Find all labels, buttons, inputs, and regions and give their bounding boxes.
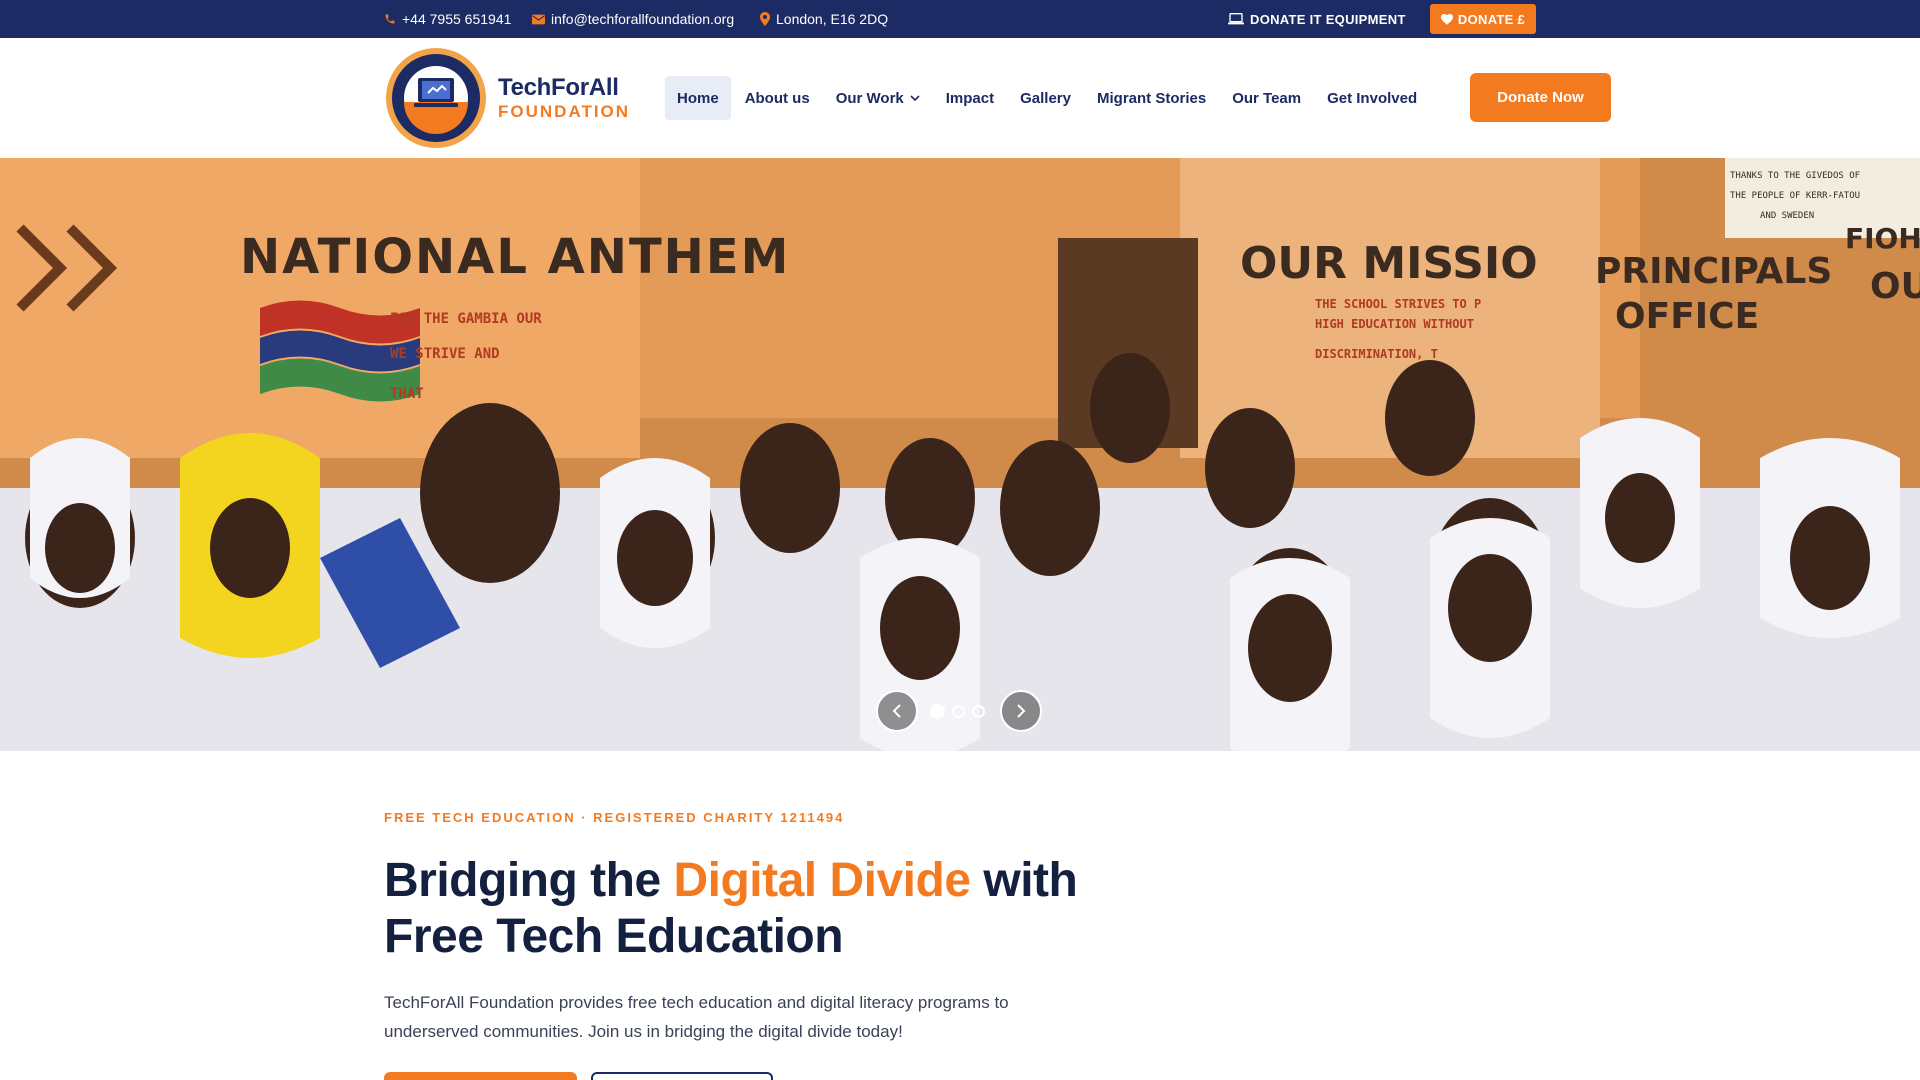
- hero-photo: NATIONAL ANTHEM FOR THE GAMBIA OUR WE ST…: [0, 158, 1920, 751]
- sign-mission: OUR MISSIO: [1240, 238, 1538, 289]
- location-contact: London, E16 2DQ: [760, 0, 888, 38]
- sign-mission-line2: HIGH EDUCATION WITHOUT: [1315, 317, 1474, 331]
- logo-name: TechForAll: [498, 74, 619, 101]
- nav-impact[interactable]: Impact: [934, 76, 1006, 120]
- nav-home[interactable]: Home: [665, 76, 731, 120]
- chevron-left-icon: [892, 704, 901, 718]
- slider-dot[interactable]: [972, 705, 985, 718]
- nav-gallery[interactable]: Gallery: [1008, 76, 1083, 120]
- hero-slider: NATIONAL ANTHEM FOR THE GAMBIA OUR WE ST…: [0, 158, 1920, 751]
- sign-notice-line3: AND SWEDEN: [1760, 211, 1814, 221]
- sign-anthem: NATIONAL ANTHEM: [240, 229, 790, 285]
- donate-now-label: Donate Now: [1497, 89, 1584, 106]
- nav-migrant-stories[interactable]: Migrant Stories: [1085, 76, 1218, 120]
- chevron-down-icon: [910, 94, 920, 102]
- phone-contact[interactable]: +44 7955 651941: [384, 0, 511, 38]
- site-logo[interactable]: TECHFORALL FOUNDATION TechForAll FOUNDAT…: [381, 39, 631, 150]
- sign-principal-line1: PRINCIPALS: [1595, 251, 1832, 292]
- top-bar: +44 7955 651941 info@techforallfoundatio…: [0, 0, 1920, 38]
- sign-mission-line3: DISCRIMINATION, T: [1315, 347, 1438, 361]
- donate-money-button[interactable]: DONATE £: [1430, 4, 1536, 34]
- logo-subtitle: FOUNDATION: [498, 102, 631, 121]
- sign-fioh: FIOH: [1845, 222, 1920, 255]
- location-text: London, E16 2DQ: [776, 11, 889, 27]
- nav-get-involved[interactable]: Get Involved: [1315, 76, 1429, 120]
- laptop-icon: [1228, 13, 1244, 25]
- nav-about-us[interactable]: About us: [733, 76, 822, 120]
- donate-money-label: DONATE £: [1457, 11, 1526, 27]
- slider-dots: [930, 704, 985, 719]
- primary-cta-button[interactable]: [384, 1072, 577, 1080]
- phone-icon: [385, 14, 395, 24]
- secondary-cta-button[interactable]: [591, 1072, 773, 1080]
- phone-text: +44 7955 651941: [402, 11, 512, 27]
- intro-headline: Bridging the Digital Divide with Free Te…: [384, 853, 1144, 965]
- intro-lede: TechForAll Foundation provides free tech…: [384, 993, 1009, 1041]
- slider-dot[interactable]: [952, 705, 965, 718]
- slider-next-button[interactable]: [1000, 690, 1042, 732]
- sign-mission-line1: THE SCHOOL STRIVES TO P: [1315, 297, 1481, 311]
- nav-our-team[interactable]: Our Team: [1220, 76, 1313, 120]
- sign-notice-line1: THANKS TO THE GIVEDOS OF: [1730, 171, 1860, 181]
- sign-principal-line2: OFFICE: [1615, 296, 1759, 337]
- logo-badge: TECHFORALL FOUNDATION: [381, 39, 488, 150]
- sign-anthem-line3: THAT: [390, 386, 424, 402]
- slider-prev-button[interactable]: [876, 690, 918, 732]
- slider-dot[interactable]: [930, 704, 945, 719]
- donate-it-label: DONATE IT EQUIPMENT: [1250, 11, 1406, 27]
- sign-anthem-line1: FOR THE GAMBIA OUR: [390, 311, 542, 327]
- heart-icon: [1440, 13, 1453, 25]
- intro-eyebrow: FREE TECH EDUCATION · REGISTERED CHARITY…: [384, 810, 845, 825]
- main-nav: Home About us Our Work Impact Gallery Mi…: [665, 76, 1431, 120]
- envelope-icon: [532, 14, 545, 24]
- site-header: TECHFORALL FOUNDATION TechForAll FOUNDAT…: [0, 38, 1920, 158]
- sign-edge: OUI: [1870, 266, 1920, 307]
- chevron-right-icon: [1017, 704, 1026, 718]
- email-text: info@techforallfoundation.org: [551, 11, 735, 27]
- donate-now-button[interactable]: Donate Now: [1470, 73, 1611, 122]
- sign-notice-line2: THE PEOPLE OF KERR-FATOU: [1730, 191, 1860, 201]
- headline-accent: Digital Divide: [673, 854, 971, 907]
- headline-part1: Bridging the: [384, 854, 674, 907]
- email-contact[interactable]: info@techforallfoundation.org: [532, 0, 734, 38]
- map-pin-icon: [760, 12, 770, 26]
- donate-it-equipment-link[interactable]: DONATE IT EQUIPMENT: [1228, 0, 1406, 38]
- sign-anthem-line2: WE STRIVE AND: [390, 346, 500, 362]
- nav-our-work[interactable]: Our Work: [824, 76, 932, 120]
